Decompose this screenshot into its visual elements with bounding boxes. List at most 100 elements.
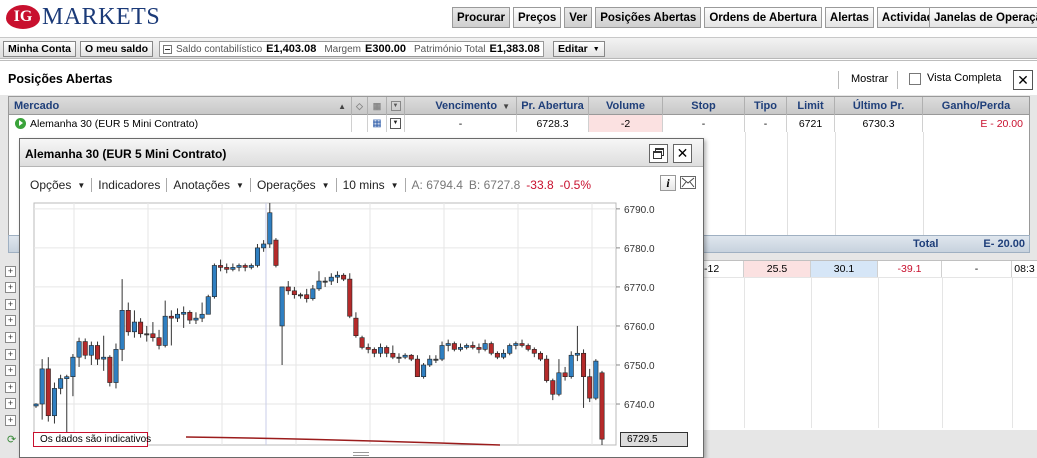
mail-icon[interactable] bbox=[680, 176, 696, 189]
candle-body bbox=[131, 321, 137, 333]
chart-window-titlebar[interactable]: Alemanha 30 (EUR 5 Mini Contrato) ✕ bbox=[20, 139, 703, 167]
nav-ver[interactable]: Ver bbox=[564, 7, 593, 28]
expand-icon[interactable]: + bbox=[5, 282, 16, 293]
expand-icon[interactable]: + bbox=[5, 415, 16, 426]
col-pr-abertura[interactable]: Pr. Abertura bbox=[517, 97, 589, 115]
candle-body bbox=[445, 343, 451, 346]
info-icon[interactable]: i bbox=[660, 175, 676, 191]
candle-body bbox=[457, 347, 463, 350]
candle-body bbox=[562, 372, 568, 377]
col-stop[interactable]: Stop bbox=[663, 97, 745, 115]
expand-icon[interactable]: + bbox=[5, 332, 16, 343]
orders-cell-buy[interactable]: 30.1 bbox=[811, 261, 878, 277]
operations-menu[interactable]: Operações ▼ bbox=[251, 178, 336, 192]
candle-body bbox=[537, 352, 543, 360]
grid-line bbox=[923, 132, 924, 237]
candle-body bbox=[199, 313, 205, 319]
price-chart[interactable]: 6790.0 6780.0 6770.0 6760.0 6750.0 6740.0 bbox=[30, 199, 690, 449]
resize-handle[interactable] bbox=[353, 452, 369, 456]
edit-button[interactable]: Editar ▼ bbox=[553, 41, 605, 57]
chart-window[interactable]: Alemanha 30 (EUR 5 Mini Contrato) ✕ Opçõ… bbox=[19, 138, 704, 458]
full-view-checkbox[interactable] bbox=[909, 73, 921, 85]
stop-cell[interactable]: - bbox=[663, 115, 745, 132]
col-volume[interactable]: Volume bbox=[589, 97, 663, 115]
nav-procurar[interactable]: Procurar bbox=[452, 7, 510, 28]
candle-body bbox=[433, 358, 439, 361]
candle-body bbox=[464, 345, 470, 348]
trading-windows-menu[interactable]: Janelas de Operação bbox=[929, 7, 1037, 28]
expand-icon[interactable]: + bbox=[5, 315, 16, 326]
row-menu-icon[interactable]: ▼ bbox=[387, 115, 405, 132]
restore-window-button[interactable] bbox=[649, 144, 668, 163]
candle-body bbox=[39, 368, 45, 405]
indicators-menu[interactable]: Indicadores bbox=[92, 178, 166, 192]
price-change: -33.8 bbox=[526, 178, 554, 192]
column-menu-icon[interactable]: ▼ bbox=[387, 97, 405, 115]
refresh-icon[interactable]: ⟳ bbox=[7, 433, 16, 446]
col-ganho-perda[interactable]: Ganho/Perda bbox=[923, 97, 1029, 115]
close-chart-button[interactable]: ✕ bbox=[673, 144, 692, 163]
sort-asc-icon: ▲ bbox=[338, 101, 346, 111]
expand-icon[interactable]: + bbox=[5, 266, 16, 277]
candle-body bbox=[421, 364, 427, 377]
collapse-icon[interactable] bbox=[163, 44, 172, 54]
candle-body bbox=[507, 345, 513, 354]
col-tipo[interactable]: Tipo bbox=[745, 97, 787, 115]
pnl-cell: E - 20.00 bbox=[980, 117, 1023, 130]
limit-cell[interactable]: 6721 bbox=[787, 115, 835, 132]
annotations-menu[interactable]: Anotações ▼ bbox=[167, 178, 250, 192]
candle-body bbox=[82, 341, 88, 356]
nav-ordens-de-abertura[interactable]: Ordens de Abertura bbox=[704, 7, 822, 28]
my-account-button[interactable]: Minha Conta bbox=[3, 41, 76, 57]
expand-icon[interactable]: + bbox=[5, 349, 16, 360]
logo-text: MARKETS bbox=[42, 3, 161, 30]
my-balance-button[interactable]: O meu saldo bbox=[80, 41, 154, 57]
show-button[interactable]: Mostrar bbox=[851, 73, 888, 85]
orders-cell-sell[interactable]: 25.5 bbox=[744, 261, 811, 277]
chart-column-icon[interactable]: ▦ bbox=[368, 97, 387, 115]
expand-icon[interactable]: + bbox=[5, 299, 16, 310]
current-price-label: 6729.5 bbox=[620, 432, 688, 447]
nav-alertas[interactable]: Alertas bbox=[824, 7, 874, 28]
candle-body bbox=[168, 315, 174, 319]
chevron-down-icon: ▼ bbox=[77, 180, 86, 190]
candle-body bbox=[119, 310, 125, 350]
price-change-pct: -0.5% bbox=[559, 178, 592, 192]
indicative-data-notice: Os dados são indicativos bbox=[33, 432, 151, 447]
col-limit[interactable]: Limit bbox=[787, 97, 835, 115]
nav-posicoes-abertas[interactable]: Posições Abertas bbox=[595, 7, 702, 28]
nav-precos[interactable]: Preços bbox=[512, 7, 562, 28]
col-vencimento[interactable]: Vencimento ▼ bbox=[405, 97, 517, 115]
candle-body bbox=[273, 239, 279, 266]
candle-body bbox=[107, 356, 113, 383]
col-ultimo-pr[interactable]: Último Pr. bbox=[835, 97, 923, 115]
candle-body bbox=[544, 358, 550, 381]
col-mercado[interactable]: Mercado ▲ bbox=[9, 97, 352, 115]
chart-toolbar: Opções ▼ Indicadores Anotações ▼ Operações… bbox=[30, 174, 694, 196]
candle-body bbox=[138, 321, 144, 335]
candle-body bbox=[95, 345, 101, 360]
candle-body bbox=[550, 380, 556, 395]
table-row-market[interactable]: Alemanha 30 (EUR 5 Mini Contrato) bbox=[9, 115, 352, 132]
tag-column-icon[interactable]: ◇ bbox=[352, 97, 368, 115]
close-positions-button[interactable]: ✕ bbox=[1013, 70, 1033, 90]
positions-header: Posições Abertas Mostrar Vista Completa … bbox=[0, 61, 1037, 95]
expiry-cell: - bbox=[405, 115, 517, 132]
candle-body bbox=[384, 347, 390, 354]
expand-icon[interactable]: + bbox=[5, 365, 16, 376]
expand-icon[interactable]: + bbox=[5, 382, 16, 393]
candle-body bbox=[211, 265, 217, 297]
candle-body bbox=[70, 356, 76, 377]
candle-body bbox=[371, 349, 377, 354]
interval-select[interactable]: 10 mins ▼ bbox=[337, 178, 405, 192]
candle-body bbox=[525, 345, 531, 350]
candle-body bbox=[476, 347, 482, 350]
candle-body bbox=[156, 337, 162, 346]
candle-body bbox=[328, 276, 334, 282]
candle-body bbox=[556, 372, 562, 395]
candle-body bbox=[304, 294, 310, 299]
options-menu[interactable]: Opções ▼ bbox=[30, 178, 91, 192]
chart-icon[interactable]: ▦ bbox=[368, 115, 387, 132]
candle-body bbox=[531, 349, 537, 354]
expand-icon[interactable]: + bbox=[5, 398, 16, 409]
